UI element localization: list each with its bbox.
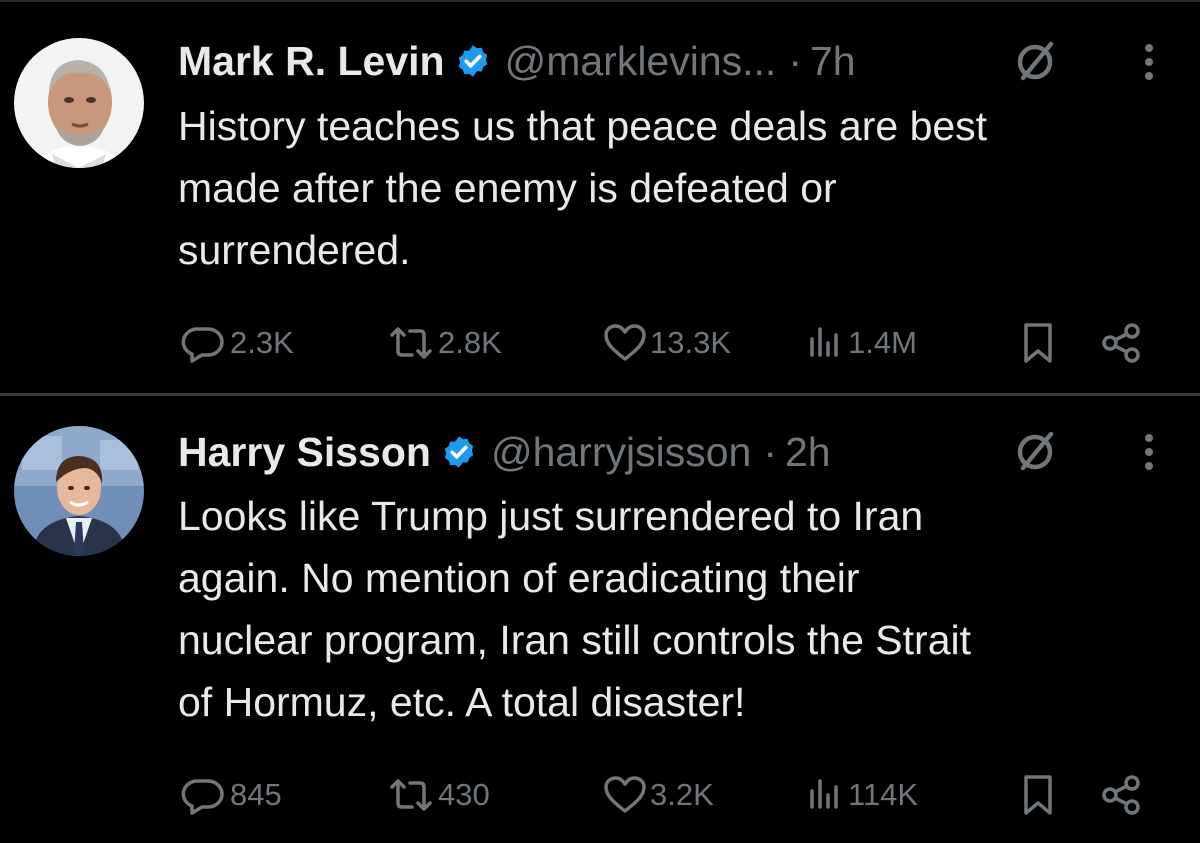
tweet-header: Harry Sisson @harryjsisson · 2h <box>178 424 831 480</box>
retweet-icon <box>390 779 432 811</box>
tweet-text: History teaches us that peace deals are … <box>178 95 1178 281</box>
views-icon <box>810 779 838 809</box>
avatar[interactable] <box>14 38 144 168</box>
tweet-text-line: History teaches us that peace deals are … <box>178 103 988 149</box>
share-button[interactable] <box>1100 318 1144 368</box>
tweet-text-line: surrendered. <box>178 227 411 273</box>
grok-icon[interactable] <box>1013 430 1057 474</box>
author-name[interactable]: Harry Sisson <box>178 429 431 476</box>
avatar-image <box>14 426 144 556</box>
tweet-text: Looks like Trump just surrendered to Ira… <box>178 485 1178 733</box>
retweet-count: 430 <box>438 777 490 812</box>
bookmark-icon <box>1024 775 1052 815</box>
reply-count: 845 <box>230 777 282 812</box>
reply-button[interactable]: 845 <box>178 770 282 820</box>
like-button[interactable]: 13.3K <box>602 318 731 368</box>
like-count: 13.3K <box>650 325 732 360</box>
avatar[interactable] <box>14 426 144 556</box>
views-count: 114K <box>848 777 919 812</box>
separator-dot: · <box>763 428 777 475</box>
tweet-header: Mark R. Levin @marklevins... · 7h <box>178 33 856 89</box>
retweet-button[interactable]: 430 <box>386 770 490 820</box>
views-count: 1.4M <box>848 325 917 360</box>
avatar-image <box>14 38 144 168</box>
share-icon <box>1102 323 1140 363</box>
bookmark-button[interactable] <box>1018 770 1058 820</box>
tweet-text-line: nuclear program, Iran still controls the… <box>178 617 971 663</box>
reply-icon <box>181 779 224 815</box>
views-icon <box>810 327 838 357</box>
author-handle[interactable]: @marklevins... <box>505 38 777 85</box>
author-name[interactable]: Mark R. Levin <box>178 38 445 85</box>
bookmark-button[interactable] <box>1018 318 1058 368</box>
like-count: 3.2K <box>650 777 714 812</box>
verified-badge-icon <box>458 45 487 77</box>
reply-button[interactable]: 2.3K <box>178 318 294 368</box>
reply-count: 2.3K <box>230 325 294 360</box>
retweet-count: 2.8K <box>438 325 502 360</box>
more-icon[interactable] <box>1140 40 1158 84</box>
action-bar: 845 430 3.2K 114K <box>178 770 1158 820</box>
grok-icon[interactable] <box>1013 40 1057 84</box>
tweet-sisson[interactable]: Harry Sisson @harryjsisson · 2h Looks li… <box>0 396 1200 843</box>
timestamp[interactable]: 2h <box>785 429 831 476</box>
timestamp[interactable]: 7h <box>810 38 856 85</box>
like-icon <box>604 324 646 361</box>
share-icon <box>1102 775 1140 815</box>
action-bar: 2.3K 2.8K 13.3K 1.4M <box>178 318 1158 368</box>
retweet-button[interactable]: 2.8K <box>386 318 502 368</box>
like-button[interactable]: 3.2K <box>602 770 714 820</box>
share-button[interactable] <box>1100 770 1144 820</box>
tweet-levin[interactable]: Mark R. Levin @marklevins... · 7h Histor… <box>0 0 1200 393</box>
like-icon <box>604 776 646 813</box>
separator-dot: · <box>788 37 802 84</box>
tweet-text-line: Looks like Trump just surrendered to Ira… <box>178 493 924 539</box>
views-button[interactable]: 114K <box>806 770 918 820</box>
views-button[interactable]: 1.4M <box>806 318 917 368</box>
tweet-text-line: again. No mention of eradicating their <box>178 555 860 601</box>
retweet-icon <box>390 327 432 359</box>
tweet-text-line: of Hormuz, etc. A total disaster! <box>178 679 746 725</box>
verified-badge-icon <box>444 436 474 468</box>
more-icon[interactable] <box>1140 430 1158 474</box>
bookmark-icon <box>1024 323 1052 363</box>
author-handle[interactable]: @harryjsisson <box>491 429 751 476</box>
reply-icon <box>181 327 224 363</box>
tweet-text-line: made after the enemy is defeated or <box>178 165 837 211</box>
